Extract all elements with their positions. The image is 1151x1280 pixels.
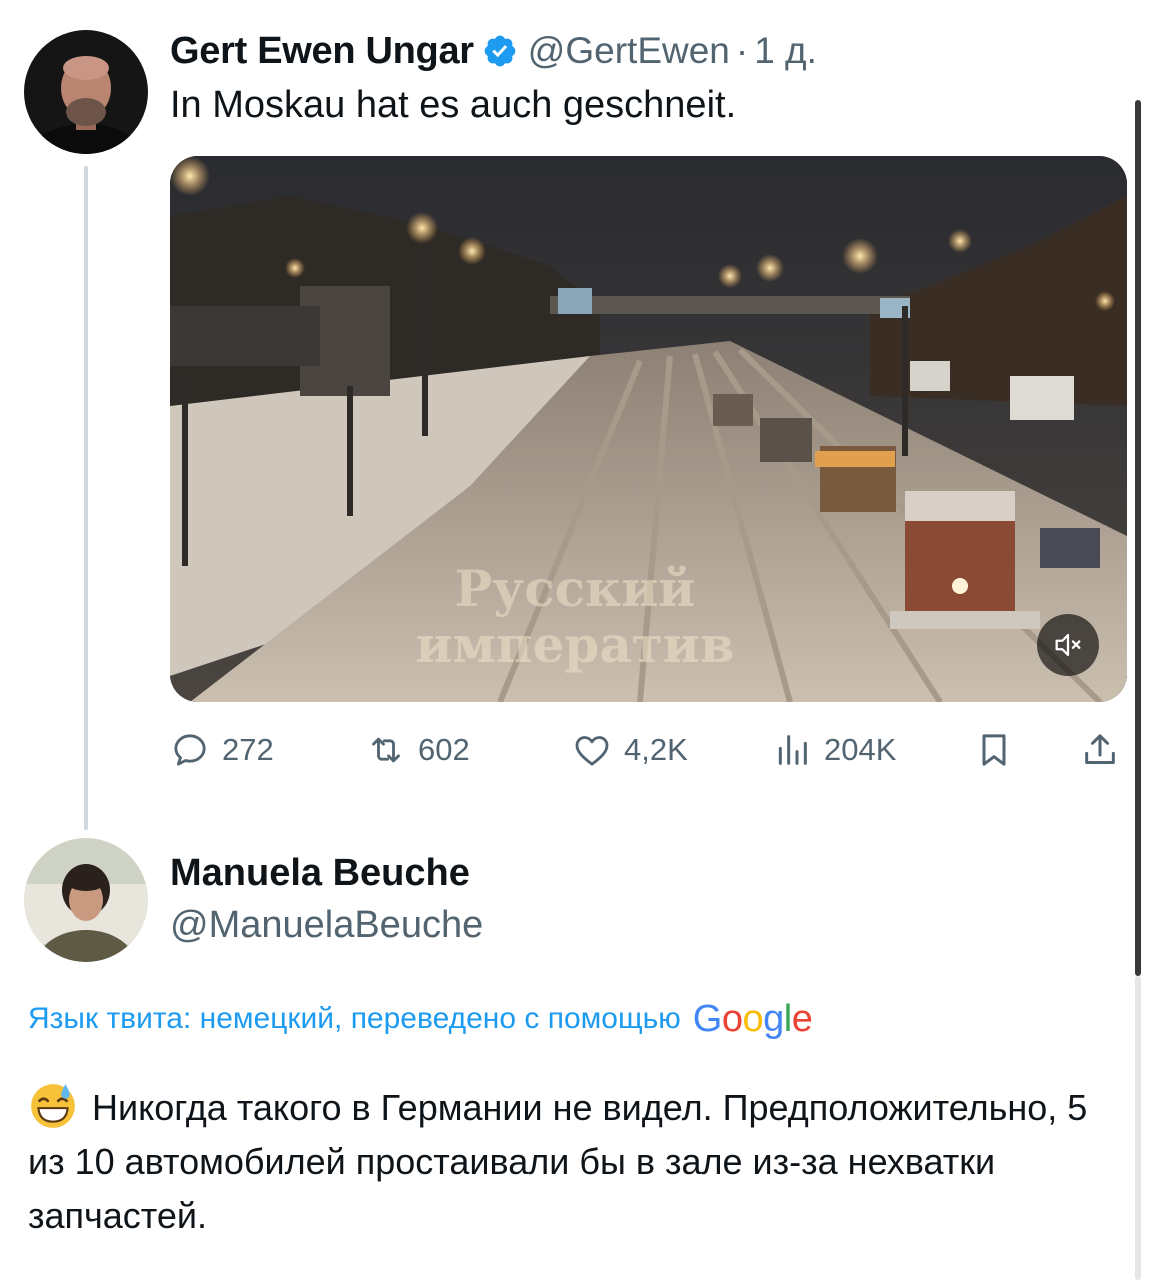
header-separator: · — [735, 30, 749, 71]
verified-badge-icon — [482, 33, 518, 69]
translation-note: Язык твита: немецкий, переведено с помощ… — [28, 994, 813, 1044]
reply-count: 272 — [222, 732, 274, 767]
bookmark-button[interactable] — [974, 722, 1014, 778]
video-watermark-line2: императив — [415, 615, 735, 674]
author-handle[interactable]: @GertEwen — [528, 30, 730, 72]
reply-author-avatar-image — [24, 838, 148, 962]
scrollbar-track[interactable] — [1135, 976, 1141, 1280]
unmute-button[interactable] — [1037, 614, 1099, 676]
speaker-muted-icon — [1055, 633, 1081, 657]
reply-author-avatar[interactable] — [24, 838, 148, 962]
grinning-face-with-sweat-icon — [28, 1080, 78, 1130]
views-count: 204K — [824, 732, 897, 767]
like-count: 4,2K — [624, 732, 688, 767]
heart-icon — [575, 736, 609, 766]
share-button[interactable] — [1080, 722, 1120, 778]
tweet-timestamp[interactable]: 1 д. — [754, 30, 817, 72]
author-display-name[interactable]: Gert Ewen Ungar — [170, 30, 474, 73]
tweet-text: In Moskau hat es auch geschneit. — [170, 84, 737, 126]
video-watermark-line1: Русский — [454, 559, 696, 618]
share-icon — [1085, 734, 1115, 764]
scrollbar-thumb[interactable] — [1135, 100, 1141, 976]
reply-icon — [174, 734, 206, 766]
tweet-action-bar: 272 602 4,2K 204K — [0, 722, 1151, 778]
bookmark-icon — [982, 734, 1006, 766]
translation-label[interactable]: Язык твита: немецкий, переведено с помощ… — [28, 1002, 681, 1036]
author-avatar-image — [24, 30, 148, 154]
reply-author-display-name[interactable]: Manuela Beuche — [170, 852, 470, 895]
google-logo: Google — [692, 997, 813, 1040]
tweet-video[interactable]: Русский императив — [170, 156, 1127, 702]
reply-button[interactable]: 272 — [170, 722, 274, 778]
tweet-header: Gert Ewen Ungar @GertEwen · 1 д. — [170, 28, 817, 74]
views-button[interactable]: 204K — [772, 722, 896, 778]
retweet-button[interactable]: 602 — [366, 722, 470, 778]
views-bar-chart-icon — [778, 735, 807, 765]
retweet-icon — [372, 737, 400, 763]
retweet-count: 602 — [418, 732, 470, 767]
reply-translated-text: Никогда такого в Германии не видел. Пред… — [28, 1080, 1128, 1243]
reply-text-content: Никогда такого в Германии не видел. Пред… — [28, 1087, 1088, 1236]
author-avatar[interactable] — [24, 30, 148, 154]
reply-author-handle[interactable]: @ManuelaBeuche — [170, 904, 483, 947]
like-button[interactable]: 4,2K — [572, 722, 688, 778]
